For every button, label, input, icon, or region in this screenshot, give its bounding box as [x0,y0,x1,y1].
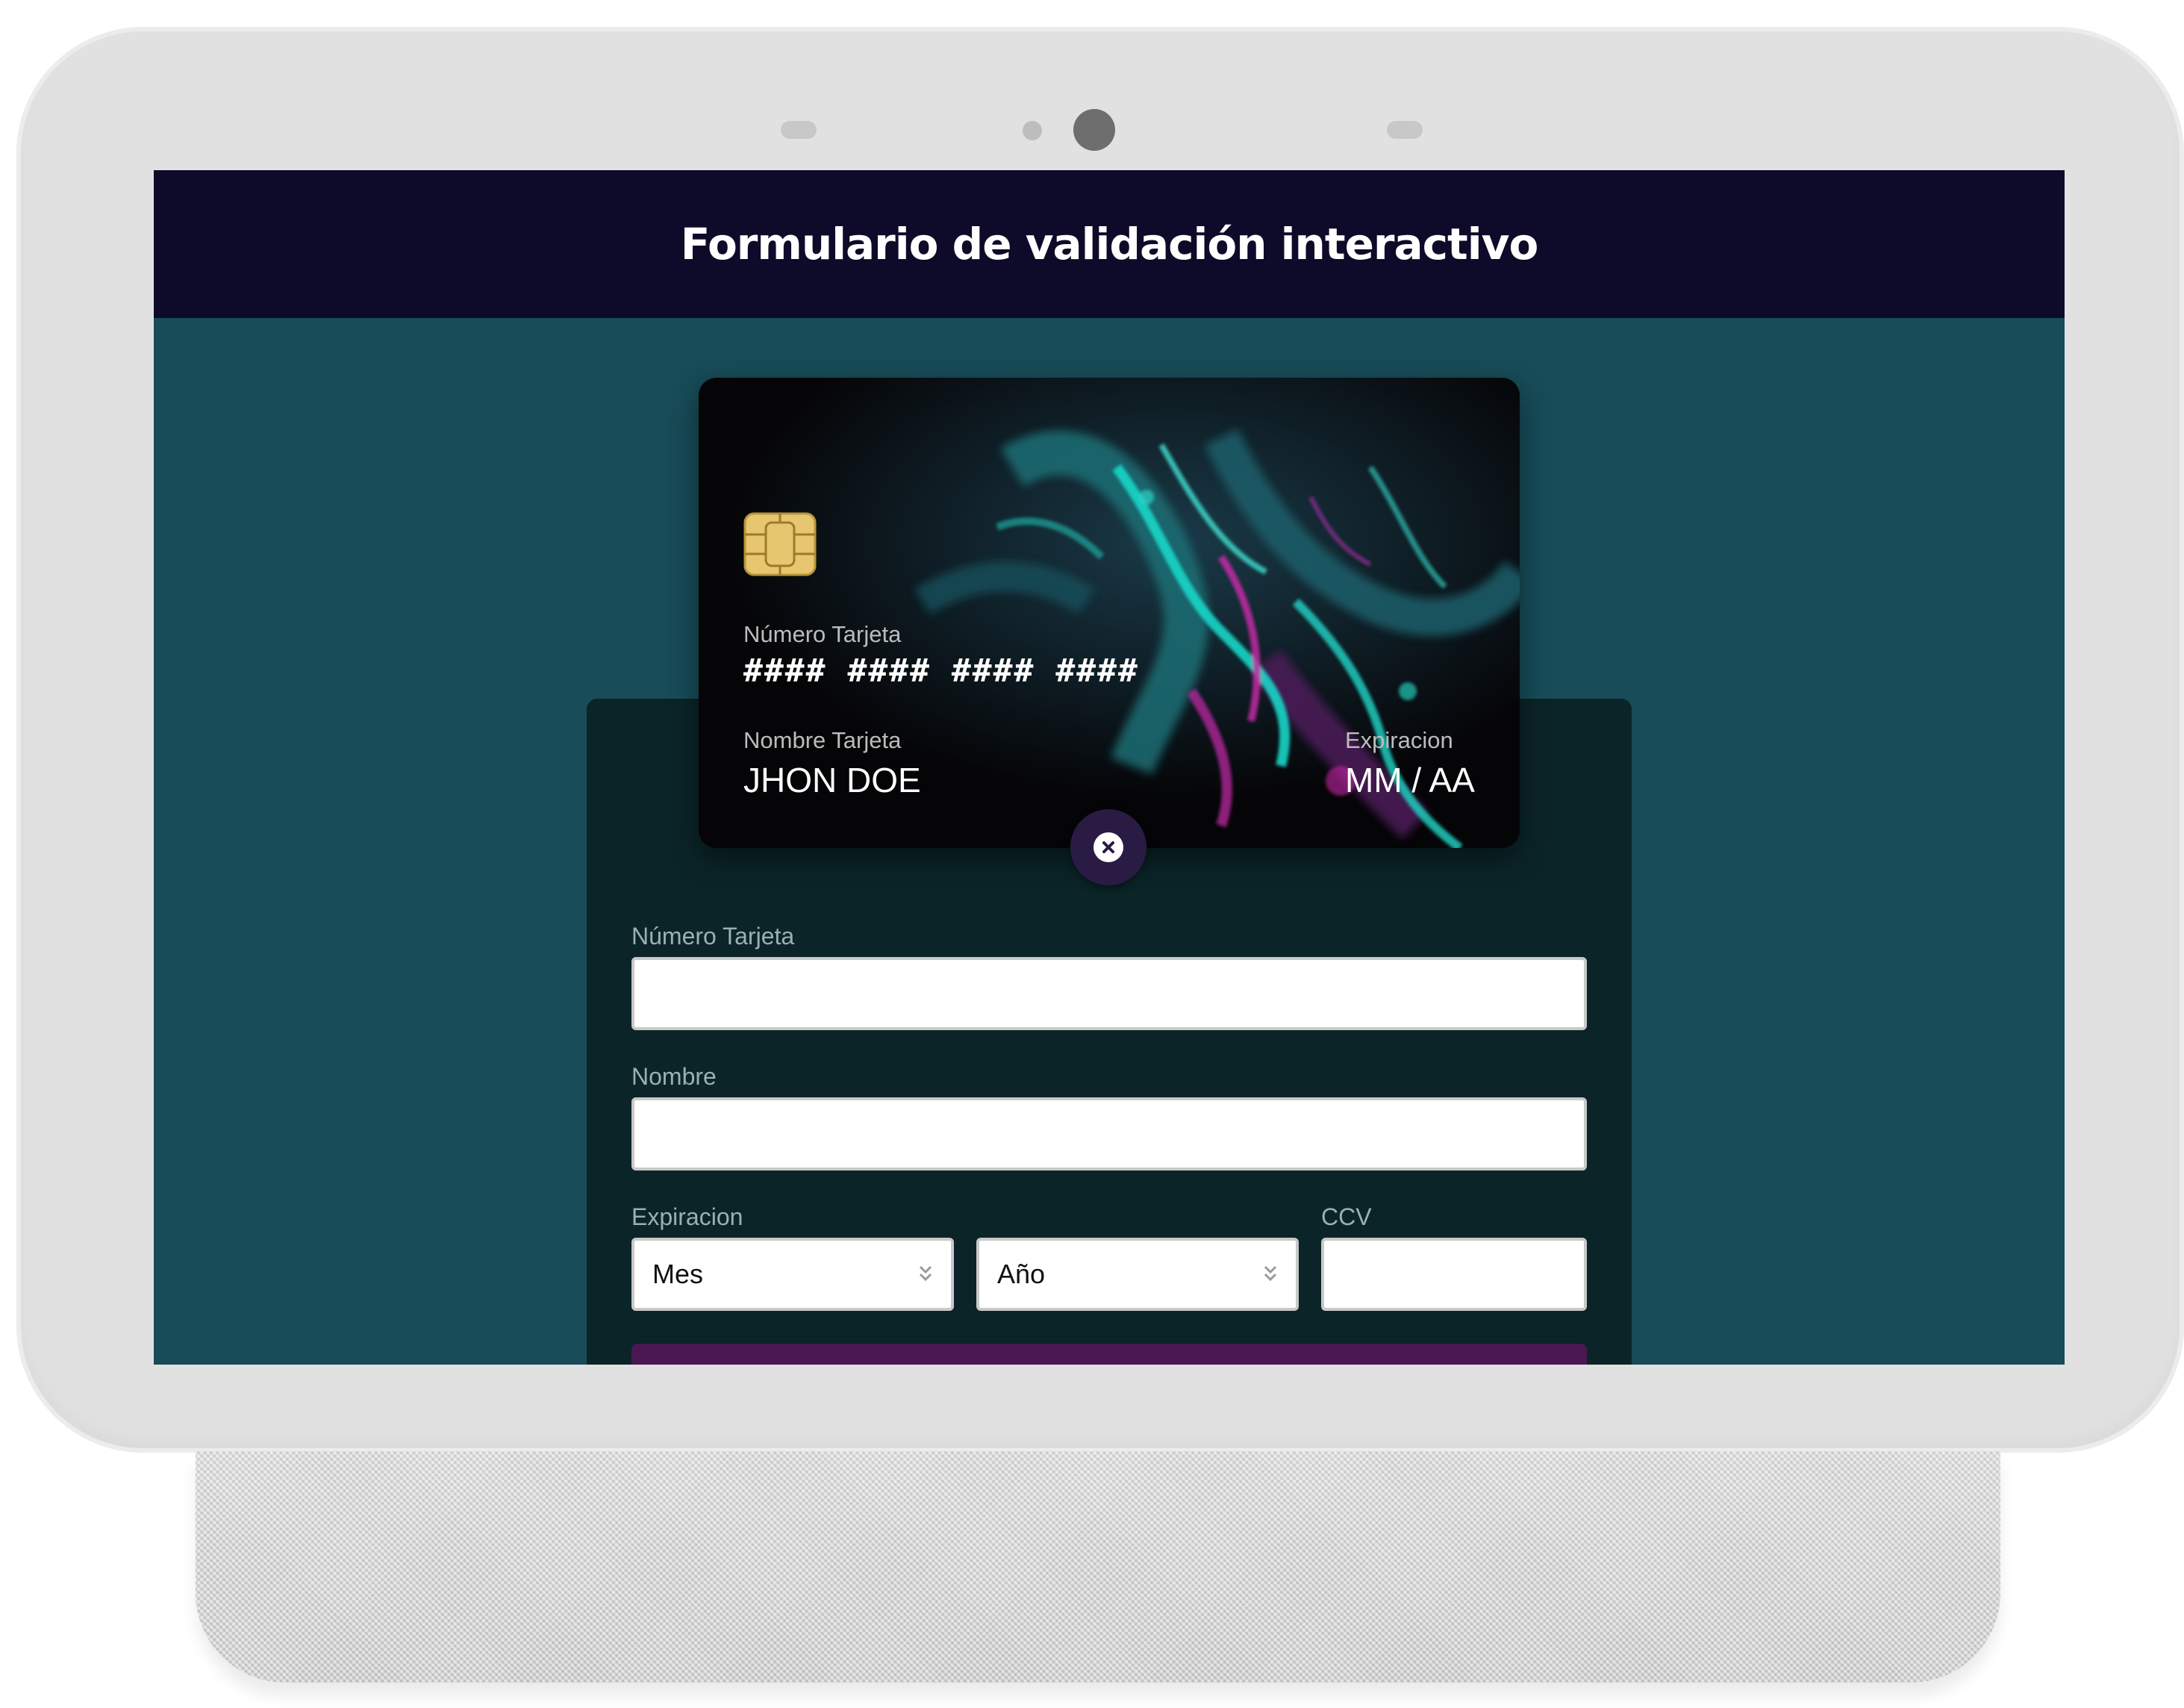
sensor-left [781,121,817,139]
card-expiry-display: MM / AA [1345,761,1475,800]
card-expiry-caption: Expiracion [1345,727,1453,753]
sensor-right [1387,121,1423,139]
close-card-button[interactable] [1070,809,1146,885]
microphone-dot [1023,121,1042,140]
name-input[interactable] [631,1097,1587,1171]
month-select-value: Mes [652,1259,704,1289]
month-select[interactable]: Mes [631,1238,954,1311]
name-label: Nombre [631,1063,717,1090]
camera-lens [1073,109,1115,151]
screen: Formulario de validación interactivo Núm… [154,170,2065,1365]
ccv-input[interactable] [1321,1238,1587,1311]
card-holder-display: JHON DOE [743,761,921,800]
speaker-base [196,1451,2000,1683]
card-number-display: #### #### #### #### [743,652,1139,690]
credit-card-preview: Número Tarjeta #### #### #### #### Nombr… [699,378,1520,848]
app-header: Formulario de validación interactivo [154,170,2065,318]
page-title: Formulario de validación interactivo [680,219,1539,269]
card-chip-icon [743,512,817,576]
card-number-caption: Número Tarjeta [743,621,902,647]
card-holder-caption: Nombre Tarjeta [743,727,902,753]
chevron-double-down-icon [1264,1265,1277,1282]
year-select-value: Año [997,1259,1046,1289]
smart-display-frame: Formulario de validación interactivo Núm… [16,27,2184,1453]
close-circle-icon [1093,832,1123,862]
year-select[interactable]: Año [976,1238,1299,1311]
chevron-double-down-icon [919,1265,932,1282]
card-number-label: Número Tarjeta [631,923,795,950]
ccv-label: CCV [1321,1203,1372,1230]
expiry-label: Expiracion [631,1203,743,1230]
card-number-input[interactable] [631,957,1587,1030]
submit-button[interactable] [631,1344,1587,1365]
